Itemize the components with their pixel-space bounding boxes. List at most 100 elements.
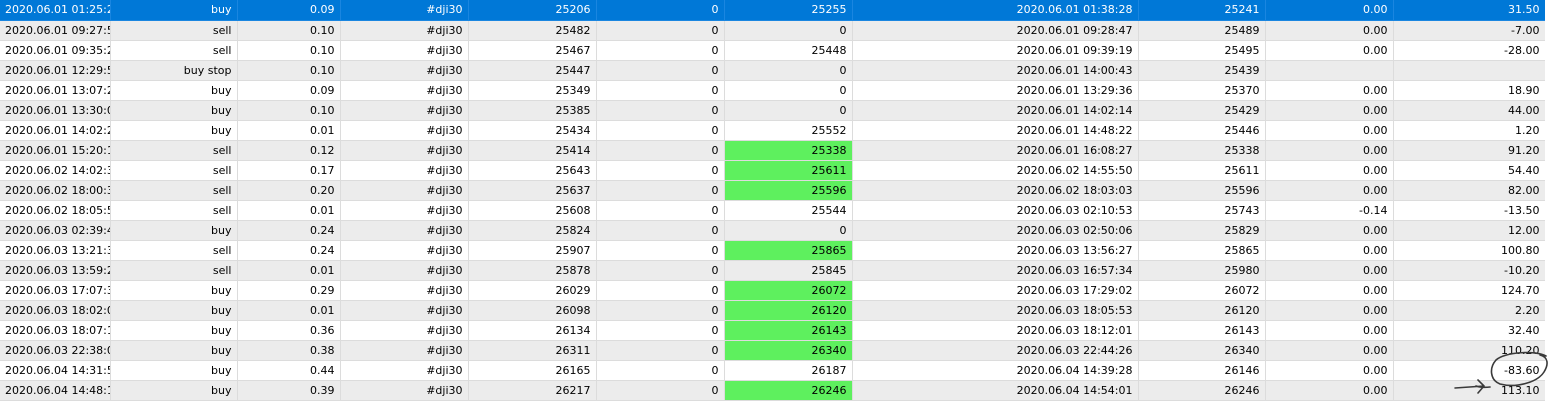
table-row[interactable]: 2020.06.01 15:20:16 sell 0.12 #dji30 25414 0 2… bbox=[0, 140, 1546, 161]
cell-stop-loss: 0 bbox=[596, 240, 725, 261]
cell-close-price: 26146 bbox=[1138, 360, 1266, 381]
table-row[interactable]: 2020.06.04 14:31:57 buy 0.44 #dji30 26165 0 26… bbox=[0, 360, 1546, 381]
table-row[interactable]: 2020.06.01 09:27:59 sell 0.10 #dji30 25482 0 0… bbox=[0, 20, 1546, 41]
cell-symbol: #dji30 bbox=[340, 240, 469, 261]
cell-swap: 0.00 bbox=[1265, 280, 1394, 301]
cell-take-profit: 25338 bbox=[724, 140, 853, 161]
table-row[interactable]: 2020.06.01 13:30:09 buy 0.10 #dji30 25385 0 0 2… bbox=[0, 100, 1546, 121]
cell-profit: 54.40 bbox=[1393, 160, 1546, 181]
cell-open-price: 26165 bbox=[468, 360, 597, 381]
cell-take-profit: 25596 bbox=[724, 180, 853, 201]
cell-open-time: 2020.06.01 09:35:27 bbox=[0, 40, 111, 61]
cell-close-time: 2020.06.01 13:29:36 bbox=[852, 80, 1139, 101]
cell-close-time: 2020.06.01 09:28:47 bbox=[852, 20, 1139, 41]
cell-open-time: 2020.06.03 22:38:01 bbox=[0, 340, 111, 361]
cell-take-profit: 25255 bbox=[724, 0, 853, 21]
cell-type: buy bbox=[110, 0, 238, 21]
cell-open-price: 25447 bbox=[468, 60, 597, 81]
cell-stop-loss: 0 bbox=[596, 280, 725, 301]
cell-open-price: 25385 bbox=[468, 100, 597, 121]
cell-close-time: 2020.06.01 14:48:22 bbox=[852, 120, 1139, 141]
cell-close-time: 2020.06.01 14:02:14 bbox=[852, 100, 1139, 121]
cell-open-price: 26098 bbox=[468, 300, 597, 321]
cell-close-time: 2020.06.03 02:10:53 bbox=[852, 200, 1139, 221]
cell-volume: 0.44 bbox=[237, 360, 341, 381]
cell-volume: 0.10 bbox=[237, 100, 341, 121]
cell-close-time: 2020.06.01 16:08:27 bbox=[852, 140, 1139, 161]
cell-swap: 0.00 bbox=[1265, 20, 1394, 41]
table-row[interactable]: 2020.06.03 22:38:01 buy 0.38 #dji30 26311 0 26… bbox=[0, 340, 1546, 361]
cell-symbol: #dji30 bbox=[340, 360, 469, 381]
cell-profit: -83.60 bbox=[1393, 360, 1546, 381]
cell-close-time: 2020.06.03 18:05:53 bbox=[852, 300, 1139, 321]
cell-take-profit: 25552 bbox=[724, 120, 853, 141]
cell-open-time: 2020.06.01 13:07:21 bbox=[0, 80, 111, 101]
cell-volume: 0.38 bbox=[237, 340, 341, 361]
cell-close-price: 25489 bbox=[1138, 20, 1266, 41]
table-row[interactable]: 2020.06.03 02:39:48 buy 0.24 #dji30 25824 0 0 2… bbox=[0, 220, 1546, 241]
table-row[interactable]: 2020.06.03 13:59:25 sell 0.01 #dji30 25878 0 2… bbox=[0, 260, 1546, 281]
cell-symbol: #dji30 bbox=[340, 40, 469, 61]
cell-symbol: #dji30 bbox=[340, 300, 469, 321]
cell-take-profit: 25544 bbox=[724, 200, 853, 221]
cell-open-time: 2020.06.02 18:00:37 bbox=[0, 180, 111, 201]
cell-close-time: 2020.06.01 14:00:43 bbox=[852, 60, 1139, 81]
cell-close-price: 26072 bbox=[1138, 280, 1266, 301]
cell-symbol: #dji30 bbox=[340, 140, 469, 161]
cell-open-time: 2020.06.03 02:39:48 bbox=[0, 220, 111, 241]
cell-close-price: 25829 bbox=[1138, 220, 1266, 241]
table-row[interactable]: 2020.06.03 13:21:33 sell 0.24 #dji30 25907 0 2… bbox=[0, 240, 1546, 261]
cell-open-time: 2020.06.01 01:25:24 bbox=[0, 0, 111, 21]
cell-type: buy bbox=[110, 360, 238, 381]
cell-take-profit: 25611 bbox=[724, 160, 853, 181]
cell-swap: 0.00 bbox=[1265, 220, 1394, 241]
cell-volume: 0.12 bbox=[237, 140, 341, 161]
table-row[interactable]: 2020.06.03 18:07:16 buy 0.36 #dji30 26134 0 26… bbox=[0, 320, 1546, 341]
table-row[interactable]: 2020.06.02 18:00:37 sell 0.20 #dji30 25637 0 2… bbox=[0, 180, 1546, 201]
cell-stop-loss: 0 bbox=[596, 260, 725, 281]
cell-profit: 18.90 bbox=[1393, 80, 1546, 101]
cell-type: buy bbox=[110, 300, 238, 321]
cell-close-time: 2020.06.01 09:39:19 bbox=[852, 40, 1139, 61]
cell-close-price: 26246 bbox=[1138, 380, 1266, 401]
cell-volume: 0.39 bbox=[237, 380, 341, 401]
cell-symbol: #dji30 bbox=[340, 20, 469, 41]
table-row[interactable]: 2020.06.01 13:07:21 buy 0.09 #dji30 25349 0 0 2… bbox=[0, 80, 1546, 101]
cell-open-price: 25643 bbox=[468, 160, 597, 181]
table-row[interactable]: 2020.06.04 14:48:10 buy 0.39 #dji30 26217 0 26… bbox=[0, 380, 1546, 401]
cell-profit: -28.00 bbox=[1393, 40, 1546, 61]
table-row[interactable]: 2020.06.01 12:29:57 buy stop 0.10 #dji30 254… bbox=[0, 60, 1546, 81]
cell-take-profit: 0 bbox=[724, 220, 853, 241]
table-row[interactable]: 2020.06.02 14:02:33 sell 0.17 #dji30 25643 0 2… bbox=[0, 160, 1546, 181]
cell-open-price: 25414 bbox=[468, 140, 597, 161]
cell-stop-loss: 0 bbox=[596, 100, 725, 121]
cell-stop-loss: 0 bbox=[596, 20, 725, 41]
table-row[interactable]: 2020.06.03 18:02:03 buy 0.01 #dji30 26098 0 26… bbox=[0, 300, 1546, 321]
cell-stop-loss: 0 bbox=[596, 120, 725, 141]
cell-take-profit: 26246 bbox=[724, 380, 853, 401]
cell-volume: 0.09 bbox=[237, 80, 341, 101]
cell-symbol: #dji30 bbox=[340, 380, 469, 401]
cell-take-profit: 26120 bbox=[724, 300, 853, 321]
cell-close-price: 26340 bbox=[1138, 340, 1266, 361]
cell-take-profit: 26072 bbox=[724, 280, 853, 301]
cell-profit: 44.00 bbox=[1393, 100, 1546, 121]
cell-type: buy stop bbox=[110, 60, 238, 81]
table-row[interactable]: 2020.06.01 14:02:22 buy 0.01 #dji30 25434 0 25… bbox=[0, 120, 1546, 141]
table-row[interactable]: 2020.06.03 17:07:33 buy 0.29 #dji30 26029 0 26… bbox=[0, 280, 1546, 301]
cell-take-profit: 25865 bbox=[724, 240, 853, 261]
table-row[interactable]: 2020.06.02 18:05:57 sell 0.01 #dji30 25608 0 2… bbox=[0, 200, 1546, 221]
table-row[interactable]: 2020.06.01 01:25:24 buy 0.09 #dji30 25206 0 25… bbox=[0, 0, 1546, 21]
cell-swap: 0.00 bbox=[1265, 100, 1394, 121]
scrollbar-gutter[interactable] bbox=[1545, 0, 1553, 401]
cell-profit: 82.00 bbox=[1393, 180, 1546, 201]
cell-type: sell bbox=[110, 260, 238, 281]
cell-open-time: 2020.06.01 12:29:57 bbox=[0, 60, 111, 81]
cell-open-price: 25608 bbox=[468, 200, 597, 221]
cell-open-price: 25907 bbox=[468, 240, 597, 261]
cell-profit: 110.20 bbox=[1393, 340, 1546, 361]
cell-type: sell bbox=[110, 140, 238, 161]
table-row[interactable]: 2020.06.01 09:35:27 sell 0.10 #dji30 25467 0 2… bbox=[0, 40, 1546, 61]
cell-open-price: 26029 bbox=[468, 280, 597, 301]
cell-close-time: 2020.06.03 22:44:26 bbox=[852, 340, 1139, 361]
